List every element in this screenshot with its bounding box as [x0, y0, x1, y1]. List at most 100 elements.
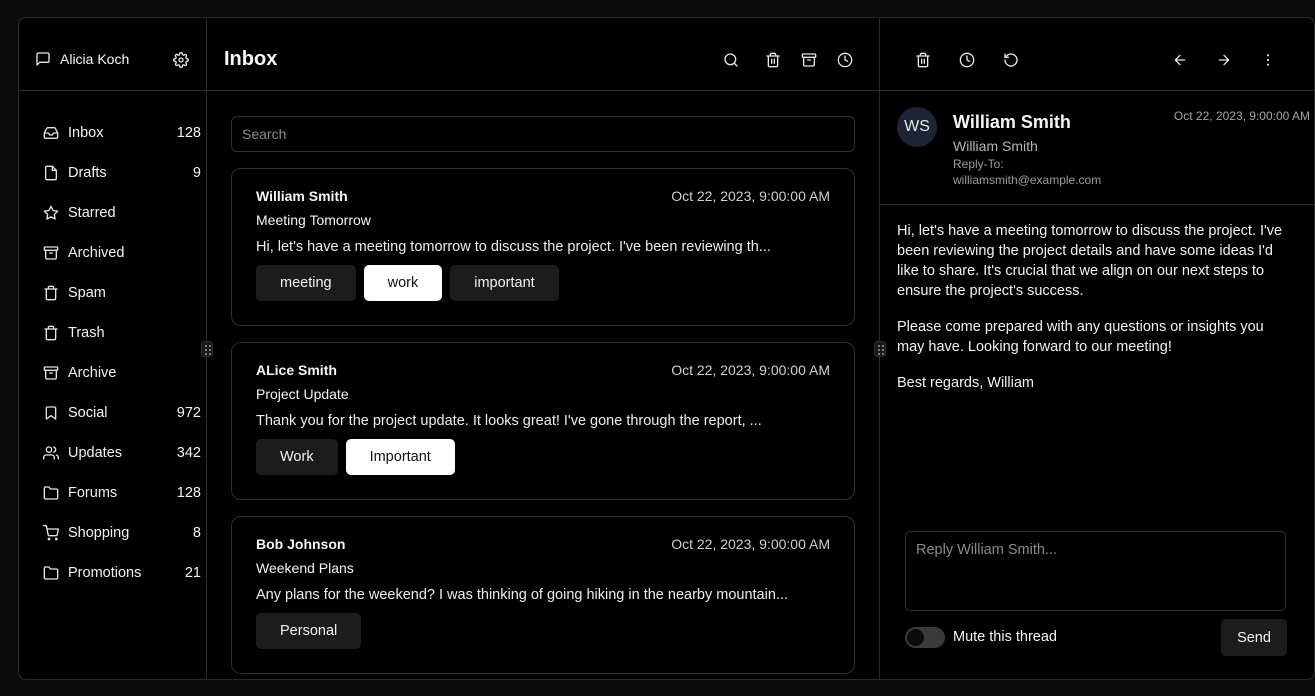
sidebar-item-label: Archive	[68, 365, 117, 381]
tag-badge: Work	[256, 439, 338, 475]
sidebar-item-label: Inbox	[68, 125, 104, 141]
sender-name: William Smith	[953, 112, 1071, 132]
sidebar-item-label: Drafts	[68, 165, 107, 181]
email-preview: Any plans for the weekend? I was thinkin…	[256, 587, 788, 603]
sidebar-item-spam[interactable]: Spam	[35, 273, 201, 313]
email-card[interactable]: ALice Smith Oct 22, 2023, 9:00:00 AM Pro…	[231, 342, 855, 500]
sidebar-item-count: 21	[184, 565, 201, 581]
avatar: WS	[897, 107, 937, 147]
trash-icon[interactable]	[765, 52, 781, 68]
rotate-ccw-icon[interactable]	[1003, 52, 1019, 68]
sidebar-item-archived[interactable]: Archived	[35, 233, 201, 273]
email-date: Oct 22, 2023, 9:00:00 AM	[671, 362, 830, 378]
email-date: Oct 22, 2023, 9:00:00 AM	[1173, 109, 1310, 123]
sidebar: Alicia Koch Inbox 128 Drafts 9 Starred A…	[19, 18, 207, 679]
sidebar-item-label: Updates	[68, 445, 123, 461]
sidebar-item-count: 128	[176, 485, 201, 501]
email-subject: Meeting Tomorrow	[256, 212, 371, 228]
star-icon	[43, 205, 59, 221]
sidebar-item-label: Spam	[68, 285, 106, 301]
sidebar-item-count: 9	[192, 165, 201, 181]
page-title: Inbox	[224, 48, 278, 70]
send-button[interactable]: Send	[1221, 619, 1287, 656]
tag-badge: Important	[345, 439, 455, 475]
clock-icon[interactable]	[959, 52, 975, 68]
divider	[880, 204, 1314, 205]
email-subject: William Smith	[953, 138, 1038, 154]
trash-icon	[43, 285, 59, 301]
clock-icon[interactable]	[837, 52, 853, 68]
tag-badge: meeting	[256, 265, 356, 301]
sidebar-item-drafts[interactable]: Drafts 9	[35, 153, 201, 193]
tag-badge: Personal	[256, 613, 362, 649]
email-date: Oct 22, 2023, 9:00:00 AM	[671, 188, 830, 204]
search-icon[interactable]	[723, 52, 739, 68]
folder-icon	[43, 565, 59, 581]
sidebar-item-trash[interactable]: Trash	[35, 313, 201, 353]
email-tags: meeting work important	[256, 265, 559, 301]
file-icon	[43, 165, 59, 181]
sidebar-item-promotions[interactable]: Promotions 21	[35, 553, 201, 593]
more-vertical-icon[interactable]	[1260, 52, 1276, 68]
sidebar-item-label: Trash	[68, 325, 105, 341]
cart-icon	[43, 525, 59, 541]
trash-icon[interactable]	[915, 52, 931, 68]
archive-icon	[43, 245, 59, 261]
email-body-paragraph: Hi, let's have a meeting tomorrow to dis…	[897, 223, 1283, 299]
mail-app: Alicia Koch Inbox 128 Drafts 9 Starred A…	[18, 17, 1315, 680]
email-tags: Personal	[256, 613, 362, 649]
tag-badge: work	[363, 265, 443, 301]
reply-to-email: williamsmith@example.com	[953, 173, 1102, 187]
toggle-knob	[907, 629, 924, 646]
email-sender: ALice Smith	[256, 362, 337, 378]
email-body-paragraph: Best regards, William	[897, 375, 1034, 391]
sidebar-item-label: Promotions	[68, 565, 142, 581]
folder-icon	[43, 485, 59, 501]
sidebar-item-label: Forums	[68, 485, 118, 501]
mute-toggle[interactable]	[905, 627, 945, 648]
arrow-left-icon[interactable]	[1172, 52, 1188, 68]
email-card[interactable]: Bob Johnson Oct 22, 2023, 9:00:00 AM Wee…	[231, 516, 855, 674]
sidebar-item-count: 972	[176, 405, 201, 421]
email-body-paragraph: Please come prepared with any questions …	[897, 319, 1264, 355]
sidebar-item-forums[interactable]: Forums 128	[35, 473, 201, 513]
email-sender: William Smith	[256, 188, 348, 204]
sidebar-nav: Inbox 128 Drafts 9 Starred Archived Spam	[35, 113, 201, 593]
sidebar-item-archive[interactable]: Archive	[35, 353, 201, 393]
mail-list-header: Inbox	[207, 18, 879, 91]
account-switcher[interactable]: Alicia Koch	[35, 51, 129, 67]
email-preview: Hi, let's have a meeting tomorrow to dis…	[256, 239, 771, 255]
sidebar-item-count: 128	[176, 125, 201, 141]
mail-list-panel: Inbox William Smith Oct 22, 2023, 9:00:0…	[207, 18, 880, 679]
reply-textarea[interactable]	[905, 531, 1286, 611]
email-date: Oct 22, 2023, 9:00:00 AM	[671, 536, 830, 552]
email-preview: Thank you for the project update. It loo…	[256, 413, 762, 429]
email-card[interactable]: William Smith Oct 22, 2023, 9:00:00 AM M…	[231, 168, 855, 326]
sidebar-item-inbox[interactable]: Inbox 128	[35, 113, 201, 153]
bookmark-icon	[43, 405, 59, 421]
mute-label: Mute this thread	[953, 629, 1057, 645]
mail-detail-panel: WS William Smith William Smith Reply-To:…	[880, 18, 1314, 679]
email-sender: Bob Johnson	[256, 536, 346, 552]
resize-handle[interactable]	[201, 341, 213, 357]
sidebar-item-starred[interactable]: Starred	[35, 193, 201, 233]
search-input[interactable]	[231, 116, 855, 152]
account-header: Alicia Koch	[19, 18, 206, 91]
arrow-right-icon[interactable]	[1216, 52, 1232, 68]
email-subject: Weekend Plans	[256, 560, 354, 576]
inbox-icon	[43, 125, 59, 141]
sidebar-item-updates[interactable]: Updates 342	[35, 433, 201, 473]
archive-icon[interactable]	[801, 52, 817, 68]
mail-detail-toolbar	[880, 18, 1314, 91]
tag-badge: important	[450, 265, 559, 301]
message-square-icon	[35, 51, 51, 67]
email-body: Hi, let's have a meeting tomorrow to dis…	[897, 221, 1287, 409]
sidebar-item-label: Social	[68, 405, 108, 421]
sidebar-item-social[interactable]: Social 972	[35, 393, 201, 433]
sidebar-item-count: 8	[192, 525, 201, 541]
email-tags: Work Important	[256, 439, 455, 475]
sidebar-item-shopping[interactable]: Shopping 8	[35, 513, 201, 553]
gear-icon[interactable]	[173, 52, 189, 68]
sidebar-item-label: Archived	[68, 245, 125, 261]
trash-icon	[43, 325, 59, 341]
